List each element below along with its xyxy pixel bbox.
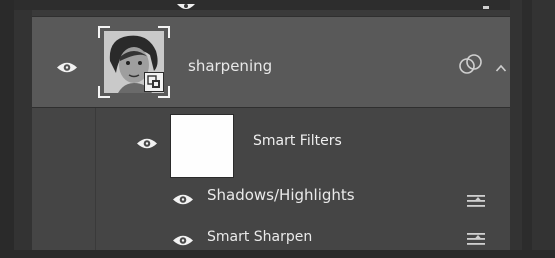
smart-object-badge-icon [144, 72, 164, 92]
eye-icon[interactable] [56, 61, 78, 74]
filter-blending-options-icon[interactable] [466, 192, 486, 212]
eye-icon[interactable] [172, 193, 194, 206]
eye-icon[interactable] [136, 137, 158, 150]
prev-row-icon[interactable] [483, 6, 489, 9]
eye-icon[interactable] [176, 4, 196, 13]
scrollbar-track[interactable] [522, 0, 532, 258]
chevron-up-icon[interactable] [495, 58, 507, 77]
smart-filter-mask-thumbnail[interactable] [170, 114, 234, 178]
filter-name[interactable]: Shadows/Highlights [207, 188, 355, 203]
filter-blending-options-icon[interactable] [466, 230, 486, 250]
eye-icon[interactable] [172, 234, 194, 247]
linked-circles-icon[interactable] [458, 54, 484, 80]
layer-thumbnail[interactable] [98, 26, 170, 98]
layers-gutter [14, 10, 32, 258]
panel-left-edge [0, 0, 14, 258]
layer-name[interactable]: sharpening [188, 59, 272, 74]
indent-divider [95, 108, 96, 250]
smart-filters-label[interactable]: Smart Filters [253, 134, 342, 148]
panel-top-strip [0, 0, 555, 10]
panel-bottom-edge [0, 250, 555, 258]
filter-name[interactable]: Smart Sharpen [207, 230, 312, 244]
panel-right-edge [510, 0, 555, 258]
